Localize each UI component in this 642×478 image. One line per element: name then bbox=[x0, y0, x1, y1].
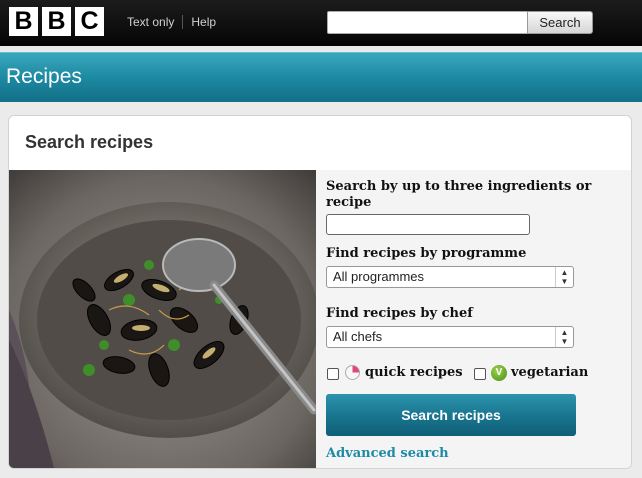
chef-label: Find recipes by chef bbox=[326, 306, 473, 321]
clock-icon bbox=[345, 365, 360, 380]
vegetarian-checkbox[interactable] bbox=[474, 368, 486, 380]
bbc-top-bar: B B C Text only Help Search bbox=[0, 0, 642, 46]
logo-letter: B bbox=[42, 7, 71, 36]
text-only-link[interactable]: Text only bbox=[127, 15, 182, 29]
search-form: Search by up to three ingredients or rec… bbox=[316, 170, 631, 468]
photo-illustration bbox=[9, 170, 316, 468]
programme-selected-value: All programmes bbox=[333, 269, 425, 284]
quick-recipes-label[interactable]: quick recipes bbox=[365, 365, 463, 380]
top-links: Text only Help bbox=[127, 15, 224, 29]
search-recipes-button[interactable]: Search recipes bbox=[326, 394, 576, 436]
recipes-banner: Recipes bbox=[0, 52, 642, 102]
chevron-updown-icon: ▲ ▼ bbox=[555, 327, 573, 347]
logo-letter: B bbox=[9, 7, 38, 36]
chef-selected-value: All chefs bbox=[333, 329, 383, 344]
ingredients-input[interactable] bbox=[326, 214, 530, 235]
mussels-dish-photo bbox=[9, 170, 316, 468]
site-search-input[interactable] bbox=[327, 11, 529, 34]
chef-select[interactable]: All chefs ▲ ▼ bbox=[326, 326, 574, 348]
search-recipes-panel: Search recipes Search by up to three ing… bbox=[8, 115, 632, 469]
vegetarian-label[interactable]: vegetarian bbox=[511, 365, 588, 380]
programme-label: Find recipes by programme bbox=[326, 246, 527, 261]
ingredients-label: Search by up to three ingredients or rec… bbox=[326, 179, 592, 210]
advanced-search-link[interactable]: Advanced search bbox=[326, 446, 449, 461]
vegetarian-icon: V bbox=[491, 365, 507, 381]
bbc-logo[interactable]: B B C bbox=[9, 7, 104, 36]
help-link[interactable]: Help bbox=[182, 15, 224, 29]
panel-title: Search recipes bbox=[25, 132, 154, 152]
page-title[interactable]: Recipes bbox=[6, 65, 82, 89]
logo-letter: C bbox=[75, 7, 104, 36]
programme-select[interactable]: All programmes ▲ ▼ bbox=[326, 266, 574, 288]
quick-recipes-checkbox[interactable] bbox=[327, 368, 339, 380]
site-search-button[interactable]: Search bbox=[527, 11, 593, 34]
chevron-updown-icon: ▲ ▼ bbox=[555, 267, 573, 287]
